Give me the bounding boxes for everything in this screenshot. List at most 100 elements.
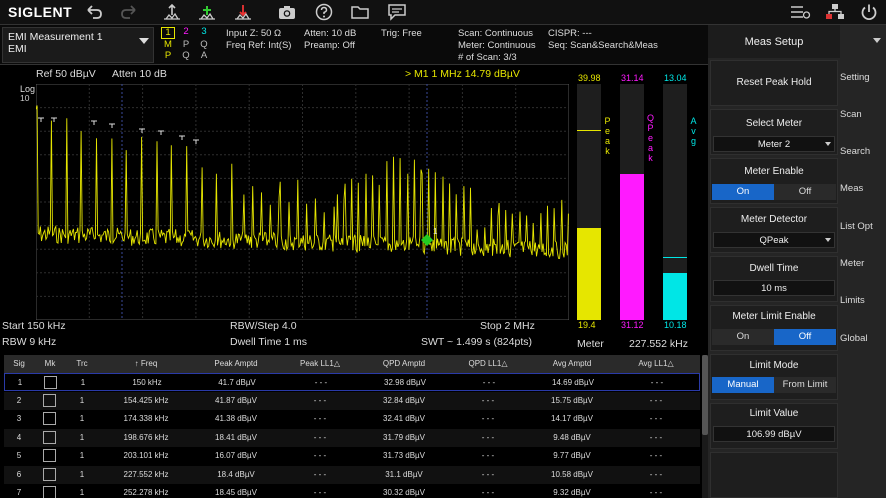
trace-1-mode: M: [164, 39, 172, 50]
marker-checkbox[interactable]: [35, 374, 67, 392]
trace-3-number[interactable]: 3: [197, 26, 211, 38]
cell-freq: 150 kHz: [132, 378, 162, 387]
next-peak-icon[interactable]: [195, 2, 219, 22]
cell-avg-ll: - - -: [649, 469, 663, 479]
undo-icon[interactable]: [82, 2, 106, 22]
tab-search[interactable]: Search: [840, 146, 886, 157]
marker-off-icon[interactable]: [231, 2, 255, 22]
col-sig[interactable]: Sig: [4, 355, 34, 373]
dwell-time-input[interactable]: 10 ms: [713, 280, 835, 296]
marker-checkbox[interactable]: [34, 484, 66, 498]
cell-sig: 3: [16, 414, 22, 423]
cell-avg: 14.69 dBµV: [552, 378, 594, 387]
menu-settings-icon[interactable]: [789, 3, 811, 21]
meter-detector-dropdown[interactable]: QPeak: [713, 232, 835, 248]
cell-peak-ll: - - -: [313, 414, 327, 423]
spectrum-graph[interactable]: 1: [36, 84, 569, 320]
trace-2-number[interactable]: 2: [179, 26, 193, 38]
col-avg-ll1[interactable]: Avg LL1△: [614, 355, 698, 373]
table-header: Sig Mk Trc ↑ Freq Peak Amptd Peak LL1△ Q…: [4, 355, 700, 373]
tab-setting[interactable]: Setting: [840, 72, 886, 83]
checkbox-box[interactable]: [44, 376, 57, 389]
tab-scan[interactable]: Scan: [840, 109, 886, 120]
stop-frequency: Stop 2 MHz: [480, 320, 535, 332]
brand-logo: SIGLENT: [8, 4, 73, 20]
rbw-value: RBW 9 kHz: [2, 336, 57, 348]
meter-enable-on[interactable]: On: [712, 184, 774, 200]
folder-icon[interactable]: [348, 2, 372, 22]
table-row[interactable]: 6 1 227.552 kHz 18.4 dBµV - - - 31.1 dBµV - - …: [4, 465, 700, 484]
checkbox-box[interactable]: [43, 430, 56, 444]
cell-freq: 203.101 kHz: [123, 451, 169, 460]
checkbox-box[interactable]: [43, 449, 56, 462]
caret-down-icon[interactable]: [873, 38, 881, 43]
dwell-time: Dwell Time 1 ms: [230, 336, 308, 348]
table-row[interactable]: 5 1 203.101 kHz 16.07 dBµV - - - 31.73 dBµV - …: [4, 447, 700, 465]
cell-sig: 2: [16, 395, 22, 405]
limit-value-input[interactable]: 106.99 dBµV: [713, 426, 835, 442]
meter-enable-off[interactable]: Off: [774, 184, 836, 200]
cell-qpd-ll: - - -: [481, 488, 495, 497]
tab-meas[interactable]: Meas: [840, 183, 886, 194]
marker-checkbox[interactable]: [34, 392, 66, 410]
select-meter-dropdown[interactable]: Meter 2: [713, 136, 835, 152]
redo-icon[interactable]: [117, 2, 141, 22]
marker-checkbox[interactable]: [34, 410, 66, 428]
table-row[interactable]: 7 1 252.278 kHz 18.45 dBµV - - - 30.32 dBµV - …: [4, 484, 700, 498]
checkbox-box[interactable]: [43, 467, 56, 481]
tab-global[interactable]: Global: [840, 333, 886, 344]
col-trc[interactable]: Trc: [66, 355, 98, 373]
cell-trc: 1: [79, 414, 85, 423]
marker-checkbox[interactable]: [34, 466, 66, 484]
limit-enable-on[interactable]: On: [712, 329, 774, 345]
start-frequency: Start 150 kHz: [2, 320, 66, 332]
table-row[interactable]: 4 1 198.676 kHz 18.41 dBµV - - - 31.79 dBµV - …: [4, 428, 700, 447]
scan-info: Scan: Continuous: [458, 28, 533, 39]
col-peak-ll1[interactable]: Peak LL1△: [278, 355, 362, 373]
checkbox-box[interactable]: [43, 412, 56, 425]
trace-3-mode: Q: [200, 39, 208, 50]
message-icon[interactable]: [385, 2, 409, 22]
cispr-info: CISPR: ---: [548, 28, 592, 39]
reference-level: Ref 50 dBµV: [36, 68, 96, 80]
cell-peak-ll: - - -: [314, 378, 328, 387]
tab-meter[interactable]: Meter: [840, 258, 886, 269]
table-row[interactable]: 2 1 154.425 kHz 41.87 dBµV - - - 32.84 dBµV - …: [4, 391, 700, 410]
limit-mode-manual[interactable]: Manual: [712, 377, 774, 393]
marker-checkbox[interactable]: [34, 447, 66, 465]
table-row[interactable]: 3 1 174.338 kHz 41.38 dBµV - - - 32.41 dBµV - …: [4, 410, 700, 428]
cell-sig: 1: [17, 378, 23, 387]
marker-readout: > M1 1 MHz 14.79 dBµV: [405, 68, 520, 80]
cell-qpd-ll: - - -: [481, 451, 495, 460]
col-mk[interactable]: Mk: [34, 355, 66, 373]
power-icon[interactable]: [858, 3, 880, 21]
network-icon[interactable]: [824, 3, 846, 21]
tab-limits[interactable]: Limits: [840, 295, 886, 306]
table-row[interactable]: 1 1 150 kHz 41.7 dBµV - - - 32.98 dBµV - - - 14…: [4, 373, 700, 391]
col-avg-amptd[interactable]: Avg Amptd: [530, 355, 614, 373]
marker-checkbox[interactable]: [34, 429, 66, 447]
checkbox-box[interactable]: [43, 393, 56, 407]
col-peak-amptd[interactable]: Peak Amptd: [194, 355, 278, 373]
panel-title[interactable]: Meas Setup: [708, 25, 840, 58]
screenshot-icon[interactable]: [275, 2, 299, 22]
col-qpd-amptd[interactable]: QPD Amptd: [362, 355, 446, 373]
dwell-time-label: Dwell Time: [749, 263, 799, 274]
col-freq[interactable]: ↑ Freq: [98, 355, 194, 373]
trace-1-number[interactable]: 1: [161, 27, 175, 39]
qpeak-top-value: 31.14: [621, 73, 644, 83]
checkbox-box[interactable]: [43, 486, 56, 498]
qpeak-bar: [620, 174, 644, 320]
limit-mode-from-limit[interactable]: From Limit: [774, 377, 836, 393]
limit-enable-off[interactable]: Off: [774, 329, 836, 345]
peak-search-icon[interactable]: [160, 2, 184, 22]
avg-top-value: 13.04: [664, 73, 687, 83]
cell-trc: 1: [79, 432, 85, 442]
cell-trc: 1: [79, 395, 85, 405]
help-icon[interactable]: [312, 2, 336, 22]
attenuation-info: Atten: 10 dB: [304, 28, 357, 39]
select-meter-value: Meter 2: [757, 139, 791, 150]
peak-top-value: 39.98: [578, 73, 601, 83]
col-qpd-ll1[interactable]: QPD LL1△: [446, 355, 530, 373]
tab-list-opt[interactable]: List Opt: [840, 221, 886, 232]
